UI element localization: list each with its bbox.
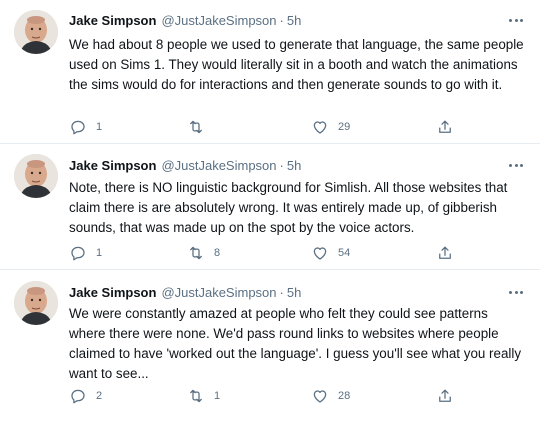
share-icon — [436, 118, 454, 136]
retweet-button[interactable] — [187, 117, 214, 137]
reply-icon — [69, 244, 87, 262]
tweet-thread: Jake Simpson @JustJakeSimpson · 5h We ha… — [0, 0, 540, 422]
timestamp[interactable]: 5h — [287, 13, 301, 28]
avatar[interactable] — [14, 154, 58, 198]
like-count: 29 — [338, 121, 351, 133]
tweet-actions: 1 8 54 — [69, 243, 469, 263]
tweet-actions: 2 1 28 — [69, 386, 469, 406]
reply-button[interactable]: 1 — [69, 117, 102, 137]
reply-button[interactable]: 1 — [69, 243, 102, 263]
avatar[interactable] — [14, 10, 58, 54]
reply-count: 1 — [96, 121, 103, 133]
tweet-header: Jake Simpson @JustJakeSimpson · 5h — [69, 155, 301, 175]
reply-count: 1 — [96, 247, 103, 259]
share-icon — [436, 387, 454, 405]
retweet-icon — [187, 244, 205, 262]
reply-icon — [69, 387, 87, 405]
tweet-actions: 1 29 — [69, 117, 469, 137]
share-button[interactable] — [436, 117, 454, 137]
like-button[interactable]: 29 — [311, 117, 350, 137]
separator-dot: · — [279, 12, 284, 28]
heart-icon — [311, 387, 329, 405]
heart-icon — [311, 118, 329, 136]
more-icon[interactable] — [506, 14, 526, 26]
reply-button[interactable]: 2 — [69, 386, 102, 406]
like-button[interactable]: 54 — [311, 243, 350, 263]
retweet-count: 1 — [214, 390, 221, 402]
like-count: 28 — [338, 390, 351, 402]
timestamp[interactable]: 5h — [287, 158, 301, 173]
retweet-icon — [187, 387, 205, 405]
tweet-text: Note, there is NO linguistic background … — [69, 180, 508, 235]
timestamp[interactable]: 5h — [287, 285, 301, 300]
share-icon — [436, 244, 454, 262]
tweet-text: We had about 8 people we used to generat… — [69, 37, 524, 92]
author-name[interactable]: Jake Simpson — [69, 13, 156, 28]
like-count: 54 — [338, 247, 351, 259]
more-icon[interactable] — [506, 159, 526, 171]
retweet-button[interactable]: 1 — [187, 386, 220, 406]
separator-dot: · — [279, 284, 284, 300]
heart-icon — [311, 244, 329, 262]
retweet-icon — [187, 118, 205, 136]
author-handle[interactable]: @JustJakeSimpson — [161, 13, 276, 28]
tweet[interactable]: Jake Simpson @JustJakeSimpson · 5h Note,… — [0, 144, 540, 268]
more-icon[interactable] — [506, 286, 526, 298]
share-button[interactable] — [436, 386, 454, 406]
tweet-header: Jake Simpson @JustJakeSimpson · 5h — [69, 10, 301, 30]
retweet-count: 8 — [214, 247, 221, 259]
author-handle[interactable]: @JustJakeSimpson — [161, 285, 276, 300]
separator-dot: · — [279, 157, 284, 173]
author-name[interactable]: Jake Simpson — [69, 158, 156, 173]
author-name[interactable]: Jake Simpson — [69, 285, 156, 300]
author-handle[interactable]: @JustJakeSimpson — [161, 158, 276, 173]
retweet-button[interactable]: 8 — [187, 243, 220, 263]
reply-count: 2 — [96, 390, 103, 402]
like-button[interactable]: 28 — [311, 386, 350, 406]
tweet[interactable]: Jake Simpson @JustJakeSimpson · 5h We we… — [0, 270, 540, 420]
share-button[interactable] — [436, 243, 454, 263]
reply-icon — [69, 118, 87, 136]
tweet[interactable]: Jake Simpson @JustJakeSimpson · 5h We ha… — [0, 0, 540, 142]
avatar[interactable] — [14, 281, 58, 325]
tweet-text: We were constantly amazed at people who … — [69, 306, 522, 381]
tweet-header: Jake Simpson @JustJakeSimpson · 5h — [69, 282, 301, 302]
